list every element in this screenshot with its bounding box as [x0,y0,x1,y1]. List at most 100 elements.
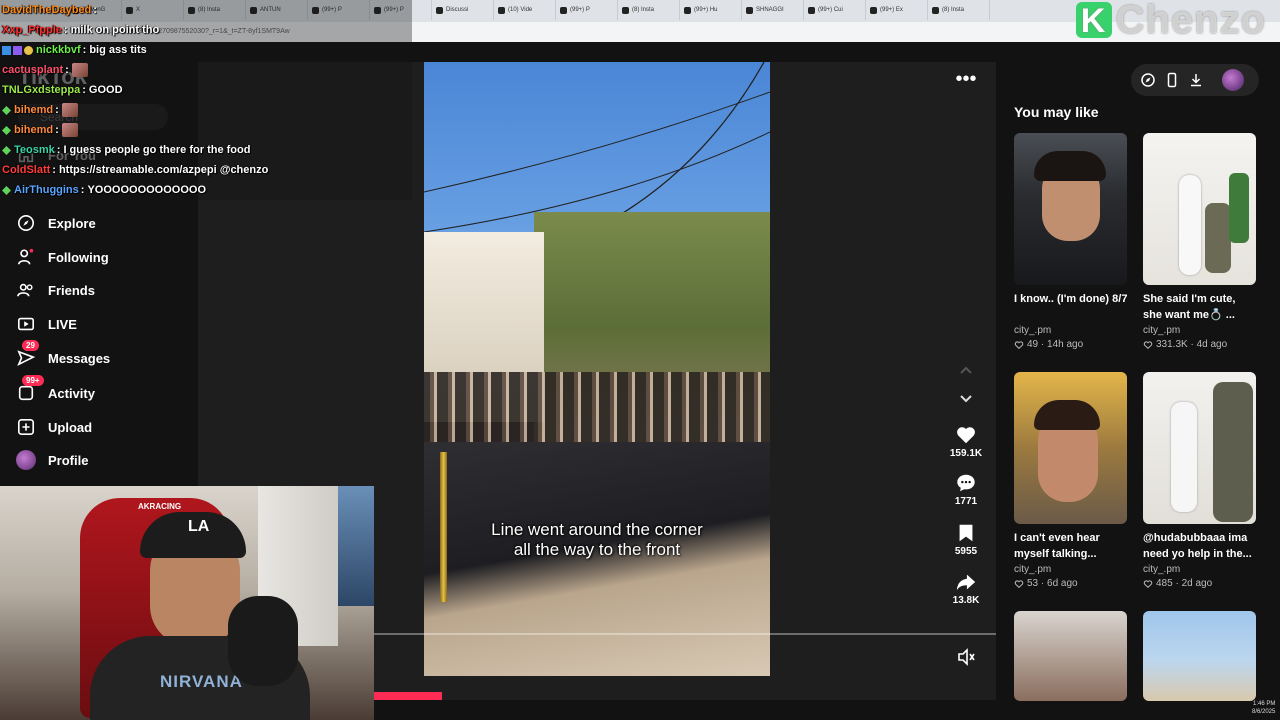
tab-label: (99+) Ex [880,7,903,13]
upload-icon [16,417,36,437]
sidebar-item-label: Following [48,249,109,265]
video-thumbnail[interactable] [1014,372,1127,524]
chat-username[interactable]: cactusplant [2,64,63,76]
chat-username[interactable]: nickkbvf [36,44,81,56]
card-author: city_.pm [1014,564,1052,575]
card-likes: 53 [1027,578,1039,589]
device-icon[interactable] [1164,72,1180,88]
thumbnail-person-dress [1179,175,1201,275]
microphone [228,596,298,686]
sidebar-item-profile[interactable]: Profile [16,445,88,475]
chat-username[interactable]: bihemd [14,124,53,136]
heart-icon [957,427,975,444]
card-author: city_.pm [1014,325,1052,336]
recommended-video-card[interactable]: She said I'm cute, she want me💍 ... city… [1143,133,1257,350]
recommended-video-card[interactable] [1143,611,1257,701]
logo-text: Chenzo [1115,0,1266,42]
chat-username[interactable]: bihemd [14,104,53,116]
video-thumbnail[interactable] [1014,133,1127,285]
chat-text: I guess people go there for the food [63,144,251,156]
browser-tab[interactable]: (99+) Ex [866,0,928,20]
browser-tab[interactable]: (8) Insta [928,0,990,20]
following-icon [16,247,36,267]
more-options-button[interactable]: ••• [954,69,978,94]
browser-tab[interactable]: (99+) P [556,0,618,20]
previous-video-icon[interactable] [956,360,976,380]
recommended-video-card[interactable] [1014,611,1128,701]
sidebar-item-friends[interactable]: Friends [16,275,95,305]
like-button[interactable]: 159.1K [940,424,992,459]
video-thumbnail[interactable] [1143,611,1256,701]
video-player[interactable] [424,62,770,676]
chat-username[interactable]: Xxp_Pfpple [2,24,62,36]
video-thumbnail[interactable] [1143,133,1256,285]
comment-button[interactable]: 1771 [940,472,992,507]
comment-count: 1771 [954,496,978,507]
clock-time: 1:46 PM [1253,701,1276,707]
browser-tab[interactable]: (99+) Hu [680,0,742,20]
download-icon[interactable] [1188,72,1204,88]
tab-label: (99+) P [570,7,590,13]
sidebar-item-messages[interactable]: 29 Messages [16,340,110,373]
chat-badges-icon [2,45,33,55]
chat-username[interactable]: ColdSlatt [2,164,50,176]
next-video-icon[interactable] [956,389,976,409]
share-button[interactable]: 13.8K [940,571,992,606]
browser-tab[interactable]: (10) Vide [494,0,556,20]
stream-chat: DavidTheDaybed : Xxp_Pfpple : milk on poin… [2,0,412,200]
video-thumbnail[interactable] [1143,372,1256,524]
browser-tab[interactable]: SHNAGGI [742,0,804,20]
messages-icon: 29 [16,340,39,368]
chat-username[interactable]: DavidTheDaybed [2,4,91,16]
caption-line-2: all the way to the front [513,540,681,559]
chat-separator: : [93,4,97,16]
card-age: 6d ago [1047,578,1078,589]
webcam-feed: AKRACING LA NIRVANA [0,486,374,720]
thumbnail-person-dress [1171,402,1197,512]
recommended-video-card[interactable]: I can't even hear myself talking... city… [1014,372,1128,589]
chat-separator: : [56,144,61,156]
chat-username[interactable]: AirThuggins [14,184,79,196]
thumbnail-hair [1034,151,1106,181]
video-progress-track[interactable] [374,633,996,635]
sidebar-item-label: Explore [48,215,96,231]
video-thumbnail[interactable] [1014,611,1127,701]
thumbnail-person-kneeling [1205,203,1231,273]
browser-tab[interactable]: (99+) Cui [804,0,866,20]
sidebar-item-label: Friends [48,282,95,298]
subscriber-badge-icon [2,105,11,115]
logo-mark: K [1075,2,1112,40]
sidebar-item-following[interactable]: Following [16,242,109,272]
sidebar-item-label: Activity [48,385,95,401]
system-clock: 1:46 PM 8/6/2025 [1252,700,1275,716]
like-count: 159.1K [949,448,983,459]
profile-avatar[interactable] [1222,69,1244,91]
chat-separator: : [82,84,86,96]
compass-icon[interactable] [1140,72,1156,88]
chat-message: Xxp_Pfpple : milk on point tho [2,20,412,40]
sidebar-item-live[interactable]: LIVE [16,309,77,339]
save-button[interactable]: 5955 [940,522,992,557]
share-count: 13.8K [952,595,980,606]
volume-icon[interactable] [956,647,976,667]
sidebar-item-activity[interactable]: 99+ Activity [16,375,95,408]
recommended-video-card[interactable]: I know.. (I'm done) 8/7 city_.pm 49 · 14… [1014,133,1128,350]
notification-badge: 99+ [22,375,44,386]
tab-label: (8) Insta [942,7,965,13]
card-likes: 331.3K [1156,339,1188,350]
chat-username[interactable]: Teosmk [14,144,55,156]
cap-logo: LA [188,518,210,535]
browser-tab[interactable]: (8) Insta [618,0,680,20]
subscriber-badge-icon [2,125,11,135]
tab-label: (99+) Cui [818,7,843,13]
tab-favicon-icon [560,6,567,14]
chat-text: big ass tits [89,44,147,56]
sidebar-item-explore[interactable]: Explore [16,208,96,238]
card-meta: 331.3K · 4d ago [1143,339,1257,350]
recommended-video-card[interactable]: @hudabubbaaa ima need yo help in the... … [1143,372,1257,589]
browser-tab[interactable]: Discussi [432,0,494,20]
streamer-logo: K Chenzo [1075,0,1266,43]
chat-username[interactable]: TNLGxdsteppa [2,84,80,96]
card-age: 4d ago [1196,339,1228,350]
sidebar-item-upload[interactable]: Upload [16,412,92,442]
